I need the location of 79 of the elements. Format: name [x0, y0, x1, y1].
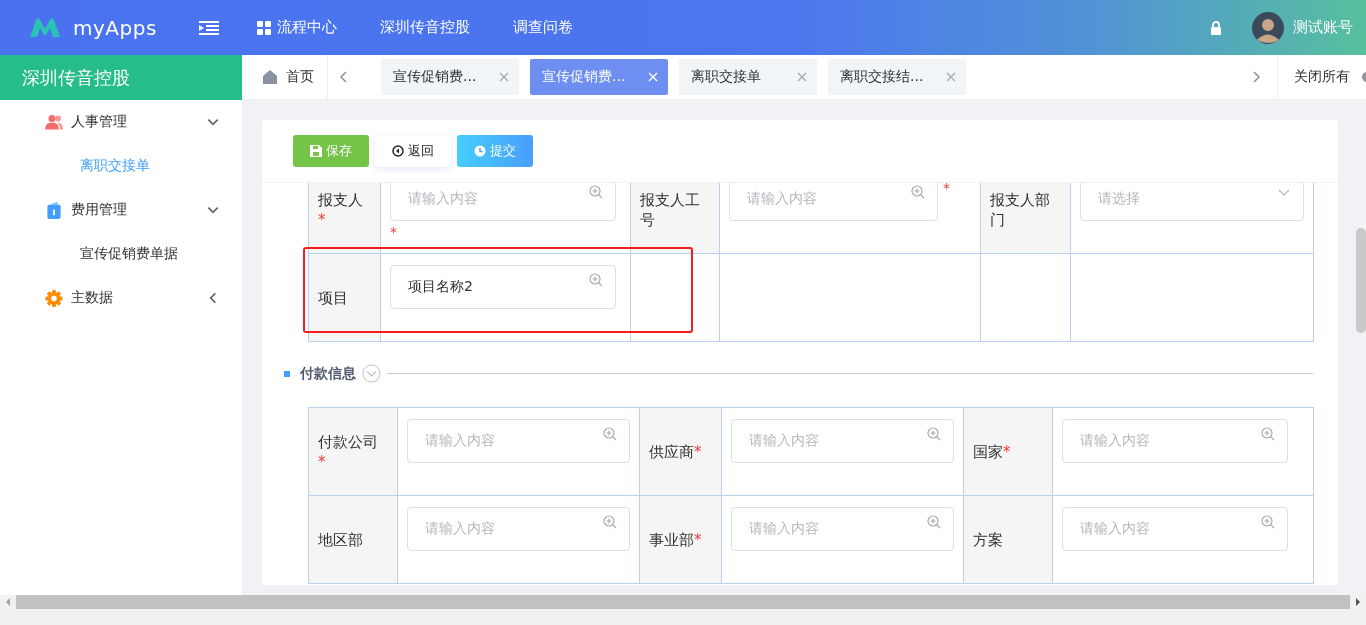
- zoom-in-icon[interactable]: [589, 185, 603, 199]
- zoom-in-icon[interactable]: [927, 515, 941, 529]
- sidebar-item[interactable]: 主数据: [0, 276, 242, 320]
- section-title: 付款信息: [300, 364, 356, 383]
- scrollbar-thumb[interactable]: [1356, 228, 1366, 333]
- save-button[interactable]: 保存: [293, 135, 369, 167]
- gear-icon: [45, 289, 63, 307]
- field-label: 项目: [318, 287, 348, 308]
- back-button[interactable]: 返回: [375, 135, 451, 167]
- clock-icon: [474, 145, 486, 157]
- field-label: 报支人工号: [640, 189, 701, 230]
- field-label: 付款公司 *: [318, 431, 379, 472]
- previous-icon[interactable]: [339, 70, 349, 84]
- home-tab[interactable]: 首页: [242, 55, 328, 99]
- tab[interactable]: 离职交接结...: [828, 59, 966, 95]
- input-field[interactable]: 请输入内容: [1062, 419, 1288, 463]
- scroll-right-icon[interactable]: [1355, 598, 1361, 606]
- input-field[interactable]: 项目名称2: [390, 265, 616, 309]
- sidebar-label: 人事管理: [71, 113, 128, 131]
- horizontal-scrollbar[interactable]: [0, 595, 1366, 625]
- field-label: 地区部: [318, 529, 363, 550]
- logo-icon: [28, 16, 62, 39]
- sidebar-item[interactable]: 费用管理: [0, 188, 242, 232]
- next-icon[interactable]: [1251, 70, 1261, 84]
- tab[interactable]: 宣传促销费...: [381, 59, 519, 95]
- required-mark: *: [943, 183, 950, 198]
- sidebar-item[interactable]: 人事管理: [0, 100, 242, 144]
- tab[interactable]: 离职交接单: [679, 59, 817, 95]
- nav-link[interactable]: 调查问卷: [512, 18, 573, 37]
- zoom-in-icon[interactable]: [589, 273, 603, 287]
- section-marker: [284, 370, 290, 377]
- close-icon[interactable]: [499, 72, 509, 82]
- lock-icon[interactable]: [1210, 20, 1222, 35]
- close-icon[interactable]: [946, 72, 956, 82]
- input-field[interactable]: 请输入内容: [407, 419, 630, 463]
- zoom-in-icon[interactable]: [927, 427, 941, 441]
- avatar[interactable]: [1252, 11, 1284, 44]
- input-field[interactable]: 请输入内容: [731, 507, 954, 551]
- nav-link[interactable]: 流程中心: [256, 18, 337, 37]
- close-all-button[interactable]: 关闭所有: [1277, 55, 1360, 99]
- wallet-icon: [45, 201, 63, 219]
- input-field[interactable]: 请输入内容: [1062, 507, 1288, 551]
- zoom-in-icon[interactable]: [603, 515, 617, 529]
- submit-button[interactable]: 提交: [457, 135, 533, 167]
- field-label: 报支人部门: [990, 189, 1051, 230]
- field-label: 国家*: [973, 441, 1011, 462]
- back-icon: [392, 145, 404, 157]
- field-label: 事业部*: [649, 529, 702, 550]
- scroll-left-icon[interactable]: [5, 598, 11, 606]
- home-icon: [263, 70, 277, 84]
- sidebar-title: 深圳传音控股: [0, 55, 242, 100]
- field-label: 方案: [973, 529, 1003, 550]
- user-name[interactable]: 测试账号: [1293, 18, 1366, 37]
- sidebar-subitem[interactable]: 宣传促销费单据: [0, 232, 242, 276]
- zoom-in-icon[interactable]: [603, 427, 617, 441]
- sidebar-subitem[interactable]: 离职交接单: [0, 144, 242, 188]
- sidebar-label: 主数据: [71, 289, 114, 307]
- settings-icon[interactable]: [1360, 70, 1366, 84]
- collapse-icon[interactable]: [362, 364, 381, 383]
- input-field[interactable]: 请输入内容: [729, 183, 938, 221]
- input-field[interactable]: 请输入内容: [731, 419, 954, 463]
- people-icon: [45, 113, 63, 131]
- app-name: myApps: [73, 15, 157, 40]
- menu-icon[interactable]: [198, 20, 219, 35]
- required-mark: *: [390, 223, 397, 242]
- zoom-in-icon[interactable]: [1261, 515, 1275, 529]
- field-label: 报支人 *: [318, 189, 364, 230]
- tab[interactable]: 宣传促销费...: [530, 59, 668, 95]
- zoom-in-icon[interactable]: [911, 185, 925, 199]
- zoom-in-icon[interactable]: [1261, 427, 1275, 441]
- input-field[interactable]: 请输入内容: [390, 183, 616, 221]
- input-field[interactable]: 请输入内容: [407, 507, 630, 551]
- grid-icon: [256, 20, 271, 35]
- select-field[interactable]: 请选择: [1080, 183, 1304, 221]
- sidebar-label: 费用管理: [71, 201, 128, 219]
- nav-link[interactable]: 深圳传音控股: [379, 18, 470, 37]
- close-icon[interactable]: [797, 72, 807, 82]
- save-icon: [310, 145, 322, 157]
- field-label: 供应商*: [649, 441, 702, 462]
